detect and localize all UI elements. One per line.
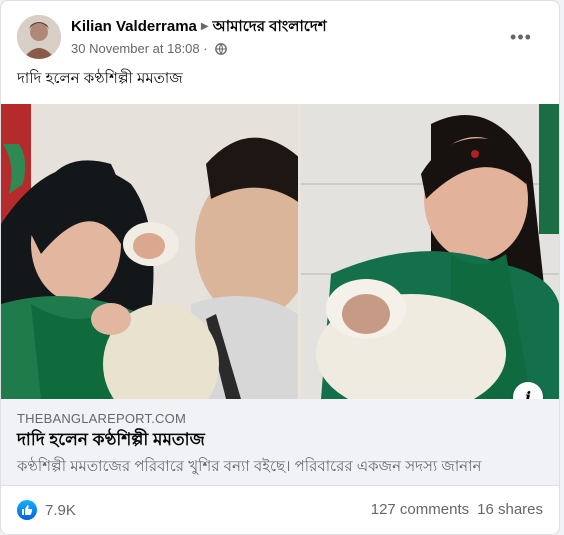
photo-left [1, 104, 298, 399]
shares-count[interactable]: 16 shares [477, 501, 543, 518]
group-name[interactable]: আমাদের বাংলাদেশ [213, 18, 327, 35]
post-card: Kilian Valderrama ▶ আমাদের বাংলাদেশ 30 Nov… [0, 0, 560, 535]
reactions-summary[interactable]: 7.9K [17, 500, 76, 520]
comment-share-stats: 127 comments 16 shares [371, 501, 543, 518]
link-description: কণ্ঠশিল্পী মমতাজের পরিবারে খুশির বন্যা ব… [17, 458, 482, 475]
globe-icon [215, 42, 228, 60]
link-domain: THEBANGLAREPORT.COM [17, 411, 186, 426]
post-caption: দাদি হলেন কণ্ঠশিল্পী মমতাজ [17, 70, 183, 87]
post-header: Kilian Valderrama ▶ আমাদের বাংলাদেশ 30 Nov… [17, 15, 543, 61]
link-preview[interactable]: THEBANGLAREPORT.COM দাদি হলেন কণ্ঠশিল্পী… [1, 399, 559, 486]
photo-right [301, 104, 559, 399]
reactions-count: 7.9K [45, 501, 76, 519]
link-title[interactable]: দাদি হলেন কণ্ঠশিল্পী মমতাজ [17, 429, 205, 451]
link-image[interactable]: i [1, 104, 559, 399]
triangle-right-icon: ▶ [200, 21, 209, 32]
engagement-bar: 7.9K 127 comments 16 shares [1, 486, 559, 534]
author-name[interactable]: Kilian Valderrama [71, 18, 197, 35]
post-meta: 30 November at 18:08 · [71, 40, 327, 60]
author-line: Kilian Valderrama ▶ আমাদের বাংলাদেশ [71, 17, 327, 37]
header-text: Kilian Valderrama ▶ আমাদের বাংলাদেশ 30 Nov… [71, 17, 327, 60]
more-options-icon[interactable]: ••• [507, 23, 535, 51]
timestamp[interactable]: 30 November at 18:08 [71, 41, 200, 56]
comments-count[interactable]: 127 comments [371, 501, 469, 518]
avatar[interactable] [17, 15, 61, 59]
separator-dot: · [203, 41, 208, 56]
like-icon [17, 500, 37, 520]
